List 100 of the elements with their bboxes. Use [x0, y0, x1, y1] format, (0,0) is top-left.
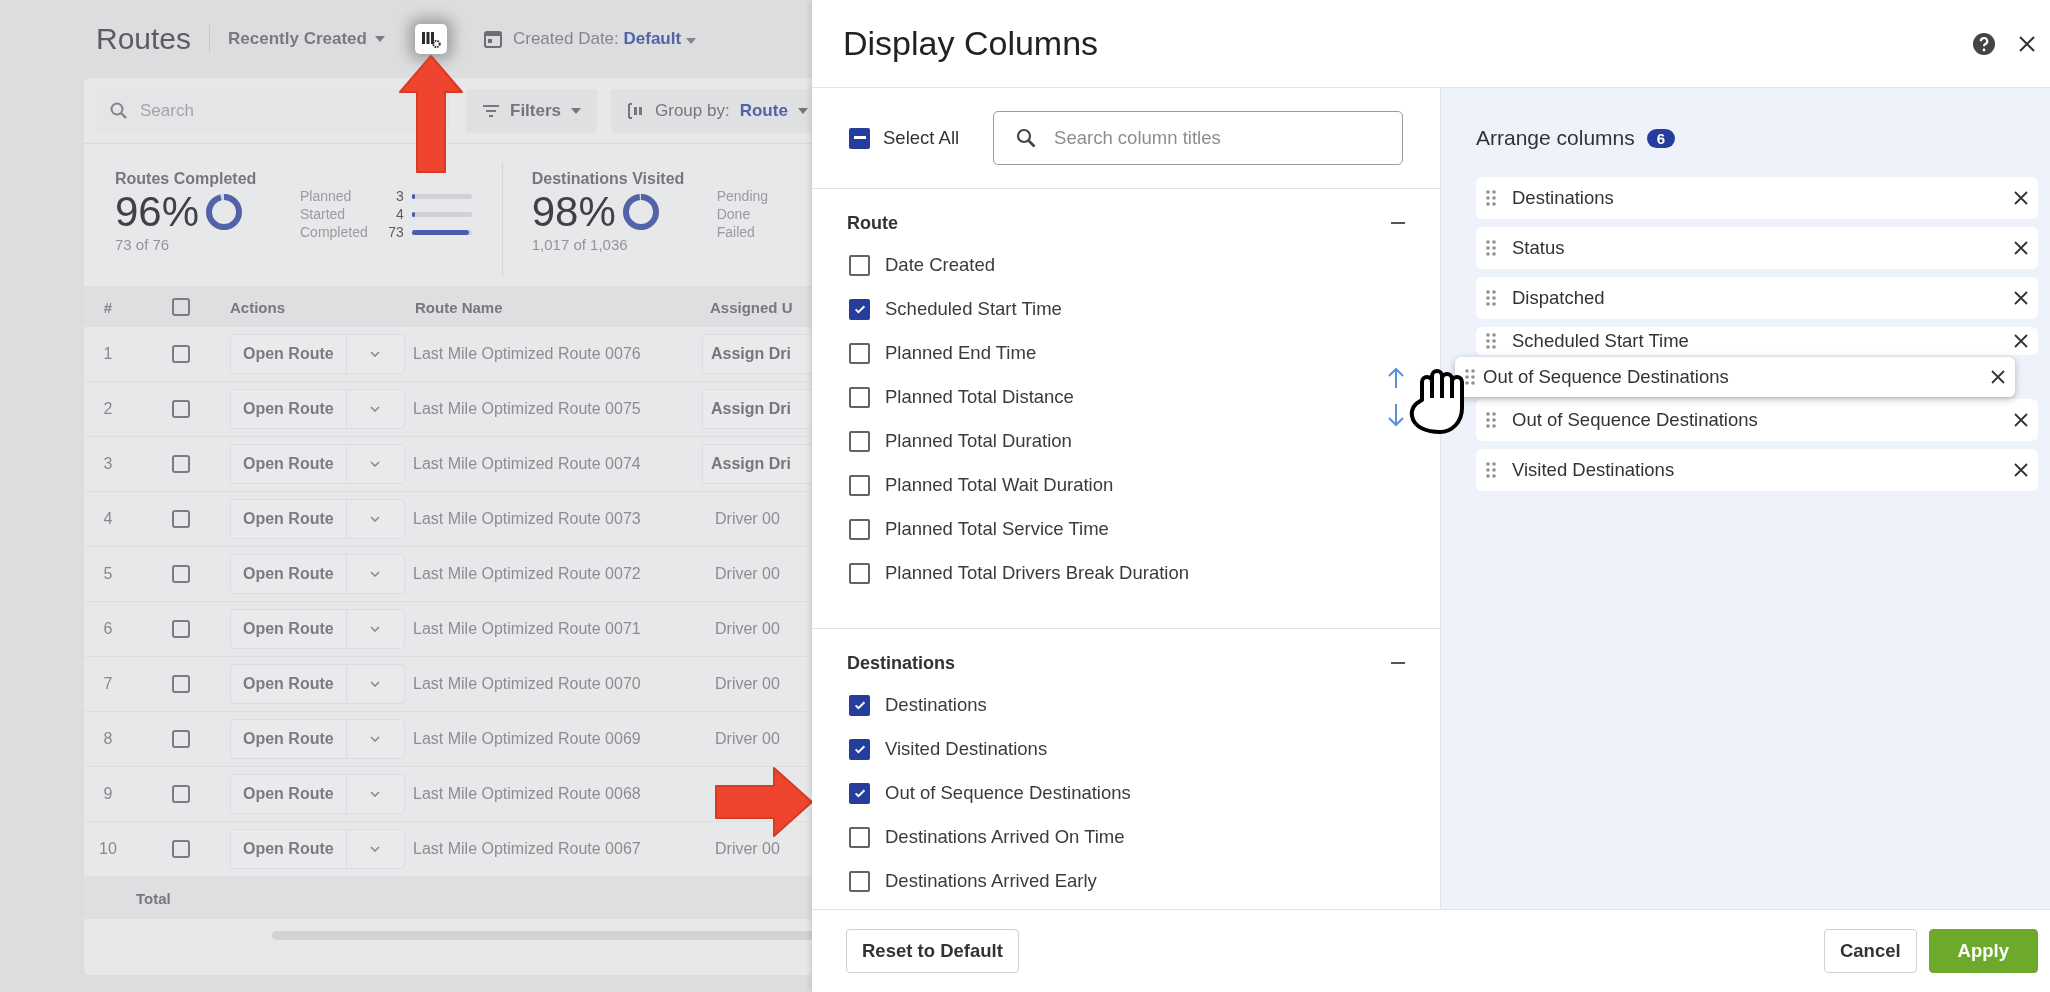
column-card[interactable]: Dispatched — [1476, 277, 2038, 319]
column-option-label[interactable]: Scheduled Start Time — [885, 298, 1062, 320]
column-option-label[interactable]: Destinations Arrived Early — [885, 870, 1097, 892]
checkbox[interactable] — [849, 298, 870, 320]
checkbox[interactable] — [172, 345, 190, 363]
drag-handle-icon[interactable] — [1486, 240, 1496, 256]
checkbox[interactable] — [172, 298, 190, 316]
chevron-down-icon[interactable] — [370, 736, 381, 742]
chevron-down-icon[interactable] — [370, 516, 381, 522]
stat-title: Destinations Visited — [531, 170, 686, 188]
checkbox[interactable] — [849, 474, 870, 496]
column-card[interactable]: Scheduled Start Time — [1476, 327, 2038, 355]
stat-percent: 98% — [531, 188, 616, 236]
stat-label: Started — [300, 206, 347, 222]
stat-percent: 96% — [115, 188, 200, 236]
cancel-button[interactable]: Cancel — [1823, 929, 1917, 973]
caret-icon — [685, 38, 696, 44]
close-icon[interactable] — [2014, 291, 2028, 305]
close-icon[interactable] — [2014, 241, 2028, 255]
column-option-label[interactable]: Destinations — [885, 694, 987, 716]
column-card[interactable]: Destinations — [1476, 177, 2038, 219]
chevron-down-icon[interactable] — [370, 351, 381, 357]
chevron-down-icon[interactable] — [370, 626, 381, 632]
column-card[interactable]: Status — [1476, 227, 2038, 269]
checkbox[interactable] — [172, 455, 190, 473]
drag-handle-icon[interactable] — [1486, 333, 1496, 349]
checkbox[interactable] — [172, 675, 190, 693]
panel-title: Display Columns — [843, 24, 1100, 63]
close-icon[interactable] — [2018, 34, 2036, 53]
checkbox[interactable] — [849, 738, 870, 760]
chevron-down-icon[interactable] — [370, 571, 381, 577]
column-option-label[interactable]: Planned Total Duration — [885, 430, 1072, 452]
close-icon[interactable] — [2014, 191, 2028, 205]
drag-handle-icon[interactable] — [1486, 462, 1496, 478]
close-icon[interactable] — [2014, 413, 2028, 427]
column-option-label[interactable]: Out of Sequence Destinations — [885, 782, 1131, 804]
checkbox[interactable] — [849, 127, 870, 149]
checkbox[interactable] — [849, 826, 870, 848]
checkbox[interactable] — [172, 785, 190, 803]
checkbox[interactable] — [849, 518, 870, 540]
checkbox[interactable] — [172, 510, 190, 528]
checkbox[interactable] — [849, 342, 870, 364]
column-card[interactable]: Visited Destinations — [1476, 449, 2038, 491]
close-icon[interactable] — [2014, 334, 2028, 348]
search-icon — [110, 101, 128, 120]
drag-handle-icon[interactable] — [1465, 369, 1475, 385]
column-option-label[interactable]: Planned Total Service Time — [885, 518, 1109, 540]
column-name: Visited Destinations — [1512, 459, 1676, 481]
column-option-label[interactable]: Date Created — [885, 254, 996, 276]
chevron-down-icon[interactable] — [370, 406, 381, 412]
filter-icon — [482, 103, 500, 118]
checkbox[interactable] — [172, 620, 190, 638]
select-all-label[interactable]: Select All — [883, 127, 960, 149]
checkbox[interactable] — [849, 562, 870, 584]
row-number: 5 — [102, 565, 114, 583]
chevron-down-icon[interactable] — [370, 461, 381, 467]
row-number: 1 — [102, 345, 114, 363]
column-option-label[interactable]: Planned End Time — [885, 342, 1037, 364]
table-cell-text: Last Mile Optimized Route 0075 — [412, 400, 642, 418]
drag-handle-icon[interactable] — [1486, 290, 1496, 306]
drag-handle-icon[interactable] — [1486, 412, 1496, 428]
columns-settings-button[interactable] — [414, 24, 447, 54]
column-option-label[interactable]: Planned Total Distance — [885, 386, 1074, 408]
checkbox[interactable] — [849, 430, 870, 452]
table-cell-text: Driver 00 — [714, 840, 781, 858]
checkbox[interactable] — [172, 840, 190, 858]
drag-handle-icon[interactable] — [1486, 190, 1496, 206]
checkbox[interactable] — [172, 730, 190, 748]
group-by-button[interactable]: Group by: Route — [611, 88, 812, 133]
column-option-label[interactable]: Planned Total Drivers Break Duration — [885, 562, 1190, 584]
checkbox[interactable] — [172, 565, 190, 583]
date-filter-dropdown[interactable]: Created Date: Default — [512, 29, 696, 49]
column-card[interactable]: Out of Sequence Destinations — [1476, 399, 2038, 441]
reset-button[interactable]: Reset to Default — [846, 929, 1019, 973]
stat-subtitle: 1,017 of 1,036 — [531, 236, 629, 253]
row-number: 9 — [102, 785, 114, 803]
close-icon[interactable] — [1991, 370, 2005, 384]
column-option-label[interactable]: Destinations Arrived On Time — [885, 826, 1125, 848]
close-icon[interactable] — [2014, 463, 2028, 477]
checkbox[interactable] — [172, 400, 190, 418]
chevron-down-icon[interactable] — [370, 846, 381, 852]
checkbox[interactable] — [849, 254, 870, 276]
chevron-down-icon[interactable] — [370, 681, 381, 687]
stat-label: Failed — [716, 224, 756, 240]
scrollbar[interactable] — [272, 931, 812, 940]
table-cell-text: Driver 00 — [714, 675, 781, 693]
dragged-column-card[interactable]: Out of Sequence Destinations — [1455, 357, 2015, 397]
assign-driver-button[interactable]: Assign Dri — [702, 389, 812, 429]
columns-gear-icon — [419, 29, 442, 49]
checkbox[interactable] — [849, 694, 870, 716]
assign-driver-button[interactable]: Assign Dri — [702, 444, 812, 484]
column-option-label[interactable]: Planned Total Wait Duration — [885, 474, 1114, 496]
help-icon[interactable] — [1972, 31, 1996, 56]
checkbox[interactable] — [849, 782, 870, 804]
checkbox[interactable] — [849, 870, 870, 892]
table-cell-text: Last Mile Optimized Route 0076 — [412, 345, 642, 363]
column-option-label[interactable]: Visited Destinations — [885, 738, 1048, 760]
checkbox[interactable] — [849, 386, 870, 408]
chevron-down-icon[interactable] — [370, 791, 381, 797]
assign-driver-button[interactable]: Assign Dri — [702, 334, 812, 374]
